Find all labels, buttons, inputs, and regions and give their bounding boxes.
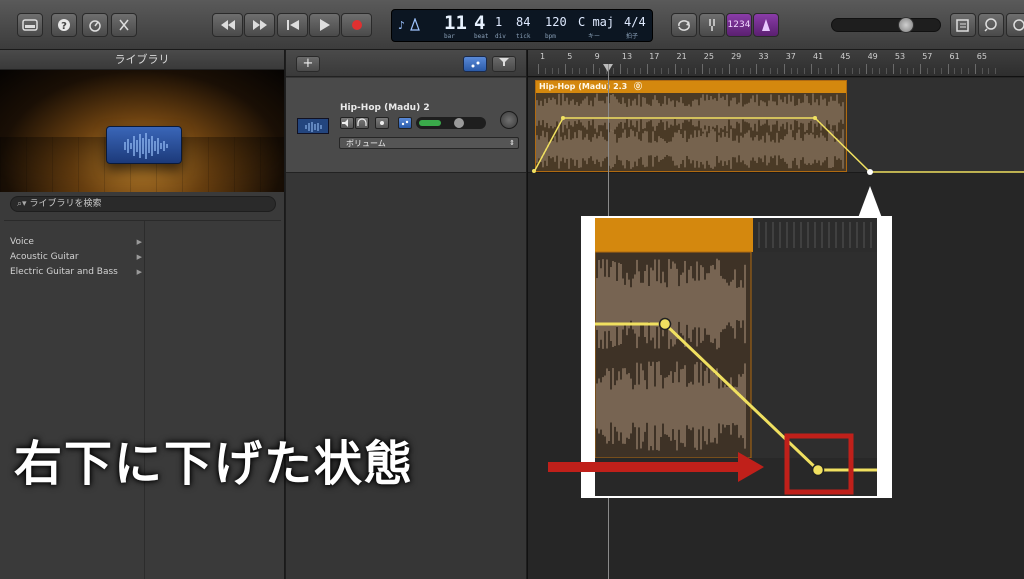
annotation-caption: 右下に下げた状態	[14, 436, 415, 492]
automation-curve	[533, 117, 1024, 173]
annotation-arrow-head	[738, 452, 764, 482]
automation-point[interactable]	[561, 116, 565, 120]
automation-point[interactable]	[532, 169, 536, 173]
automation-point-dragged[interactable]	[867, 169, 873, 175]
automation-point[interactable]	[813, 116, 817, 120]
garageband-window: ? ♪ 11 bar 4 beat 1 div 84 tick 120 bpm …	[0, 0, 1024, 579]
